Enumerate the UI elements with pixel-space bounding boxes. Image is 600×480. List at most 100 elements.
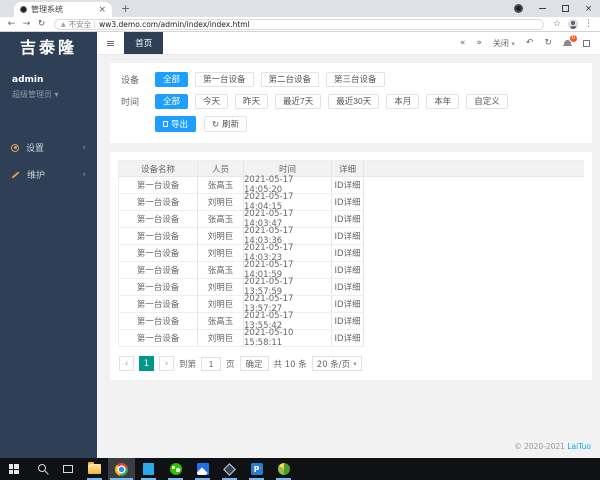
sidebar-item-maintenance[interactable]: 维护 ‹: [0, 161, 97, 188]
cell-person: 刘明巨: [198, 245, 244, 261]
close-tabs-dropdown[interactable]: 关闭 ▾: [493, 38, 515, 49]
scroll-tabs-right-icon[interactable]: »: [476, 38, 482, 48]
cell-time: 2021-05-17 14:01:59: [244, 260, 332, 280]
taskbar-green-app[interactable]: [270, 458, 297, 480]
window-minimize-button[interactable]: [531, 0, 554, 17]
cell-detail-link[interactable]: ID详细: [332, 330, 364, 346]
fullscreen-icon[interactable]: [583, 39, 590, 47]
tab-home[interactable]: 首页: [124, 32, 164, 54]
window-controls: ×: [514, 0, 600, 17]
time-filter-thisyear[interactable]: 本年: [426, 94, 460, 109]
cell-time: 2021-05-17 14:04:15: [244, 192, 332, 212]
taskbar-photos[interactable]: [189, 458, 216, 480]
window-maximize-button[interactable]: [554, 0, 577, 17]
cell-device: 第一台设备: [118, 296, 198, 312]
time-filter-all[interactable]: 全部: [155, 94, 189, 109]
browser-tab-title: 管理系统: [31, 5, 63, 14]
table-row: 第一台设备 刘明巨 2021-05-10 15:58:11 ID详细: [118, 328, 364, 348]
profile-avatar-icon[interactable]: [568, 19, 578, 29]
user-role-dropdown[interactable]: 超级管理员 ▾: [12, 89, 85, 100]
device-filter-all[interactable]: 全部: [155, 72, 189, 87]
url-omnibox[interactable]: ▲ 不安全 ww3.demo.com/admin/index/index.htm…: [54, 18, 544, 30]
taskbar-search-button[interactable]: [27, 458, 54, 480]
notification-bell-icon[interactable]: 0: [563, 34, 577, 48]
cell-device: 第一台设备: [118, 279, 198, 295]
caret-down-icon: ▾: [353, 359, 357, 368]
cell-detail-link[interactable]: ID详细: [332, 228, 364, 244]
total-count-label: 共 10 条: [273, 359, 307, 370]
taskbar-p-app[interactable]: P: [243, 458, 270, 480]
browser-forward-button[interactable]: →: [19, 19, 34, 29]
device-filter-label: 设备: [121, 76, 140, 86]
per-page-select[interactable]: 20 条/页 ▾: [311, 356, 362, 371]
pagination-prev-button[interactable]: ‹: [119, 356, 134, 371]
time-filter-last7days[interactable]: 最近7天: [275, 94, 322, 109]
pagination-page-1[interactable]: 1: [139, 356, 154, 371]
cube-icon: [223, 462, 236, 476]
time-filter-custom[interactable]: 自定义: [466, 94, 508, 109]
browser-addressbar: ← → ↻ ▲ 不安全 ww3.demo.com/admin/index/ind…: [0, 17, 600, 32]
cell-detail-link[interactable]: ID详细: [332, 279, 364, 295]
hamburger-menu-icon[interactable]: ≡: [97, 37, 124, 50]
detail-link-label: ID详细: [334, 266, 361, 276]
security-label: 不安全: [68, 19, 92, 29]
device-filter-row: 设备 全部 第一台设备 第二台设备 第三台设备: [121, 72, 581, 87]
cell-detail-link[interactable]: ID详细: [332, 177, 364, 193]
detail-link-label: ID详细: [334, 249, 361, 259]
time-filter-today[interactable]: 今天: [195, 94, 229, 109]
refresh-action-icon[interactable]: ↻: [544, 38, 552, 48]
tab-close-icon[interactable]: ×: [98, 5, 106, 15]
detail-link-label: ID详细: [334, 215, 361, 225]
app-header: ≡ 首页 « » 关闭 ▾ ↶ ↻ 0: [97, 32, 600, 55]
goto-page-input[interactable]: [201, 356, 222, 371]
device-filter-device2[interactable]: 第二台设备: [260, 72, 320, 87]
sidebar-item-label: 维护: [27, 171, 46, 181]
device-filter-device3[interactable]: 第三台设备: [326, 72, 385, 87]
brand-link[interactable]: LaiTuo: [567, 442, 591, 451]
windows-logo-icon: [8, 464, 19, 474]
taskbar-wechat[interactable]: [162, 458, 189, 480]
cell-device: 第一台设备: [118, 211, 198, 227]
refresh-button[interactable]: ↻ 刷新: [204, 116, 248, 132]
p-app-icon: P: [250, 463, 263, 475]
browser-menu-icon[interactable]: ⋮: [584, 19, 593, 29]
start-button[interactable]: [0, 458, 27, 480]
device-filter-device1[interactable]: 第一台设备: [195, 72, 254, 87]
browser-back-button[interactable]: ←: [4, 19, 19, 29]
pagination-next-button[interactable]: ›: [159, 356, 174, 371]
new-tab-button[interactable]: +: [121, 2, 130, 15]
taskbar-vscode[interactable]: [135, 458, 162, 480]
cell-time: 2021-05-17 14:05:20: [244, 175, 332, 195]
export-button[interactable]: 导出: [155, 116, 197, 132]
refresh-icon: ↻: [212, 118, 220, 129]
window-close-button[interactable]: ×: [577, 0, 600, 17]
goto-confirm-button[interactable]: 确定: [239, 356, 269, 371]
minimize-icon: [539, 8, 546, 9]
time-filter-yesterday[interactable]: 昨天: [235, 94, 269, 109]
cell-detail-link[interactable]: ID详细: [332, 211, 364, 227]
gear-icon: [11, 143, 19, 152]
bookmark-star-icon[interactable]: ☆: [553, 19, 561, 29]
cell-time: 2021-05-17 14:03:23: [244, 243, 332, 263]
browser-reload-button[interactable]: ↻: [34, 19, 49, 29]
taskbar-chrome[interactable]: [108, 458, 135, 480]
detail-link-label: ID详细: [334, 317, 361, 327]
cell-time: 2021-05-17 14:03:47: [244, 209, 332, 229]
cell-detail-link[interactable]: ID详细: [332, 245, 364, 261]
back-action-icon[interactable]: ↶: [526, 38, 534, 48]
browser-tab[interactable]: 管理系统 ×: [14, 2, 112, 17]
task-view-button[interactable]: [54, 458, 81, 480]
time-filter-thismonth[interactable]: 本月: [386, 94, 420, 109]
document-icon: [163, 121, 168, 127]
cell-detail-link[interactable]: ID详细: [332, 313, 364, 329]
cell-detail-link[interactable]: ID详细: [332, 194, 364, 210]
scroll-tabs-left-icon[interactable]: «: [460, 38, 466, 48]
sidebar-item-settings[interactable]: 设置 ‹: [0, 134, 97, 161]
cell-detail-link[interactable]: ID详细: [332, 296, 364, 312]
cell-detail-link[interactable]: ID详细: [332, 262, 364, 278]
cell-person: 刘明巨: [198, 296, 244, 312]
time-filter-last30days[interactable]: 最近30天: [328, 94, 380, 109]
taskbar-3d-viewer[interactable]: [216, 458, 243, 480]
taskbar-file-explorer[interactable]: [81, 458, 108, 480]
cell-device: 第一台设备: [118, 228, 198, 244]
